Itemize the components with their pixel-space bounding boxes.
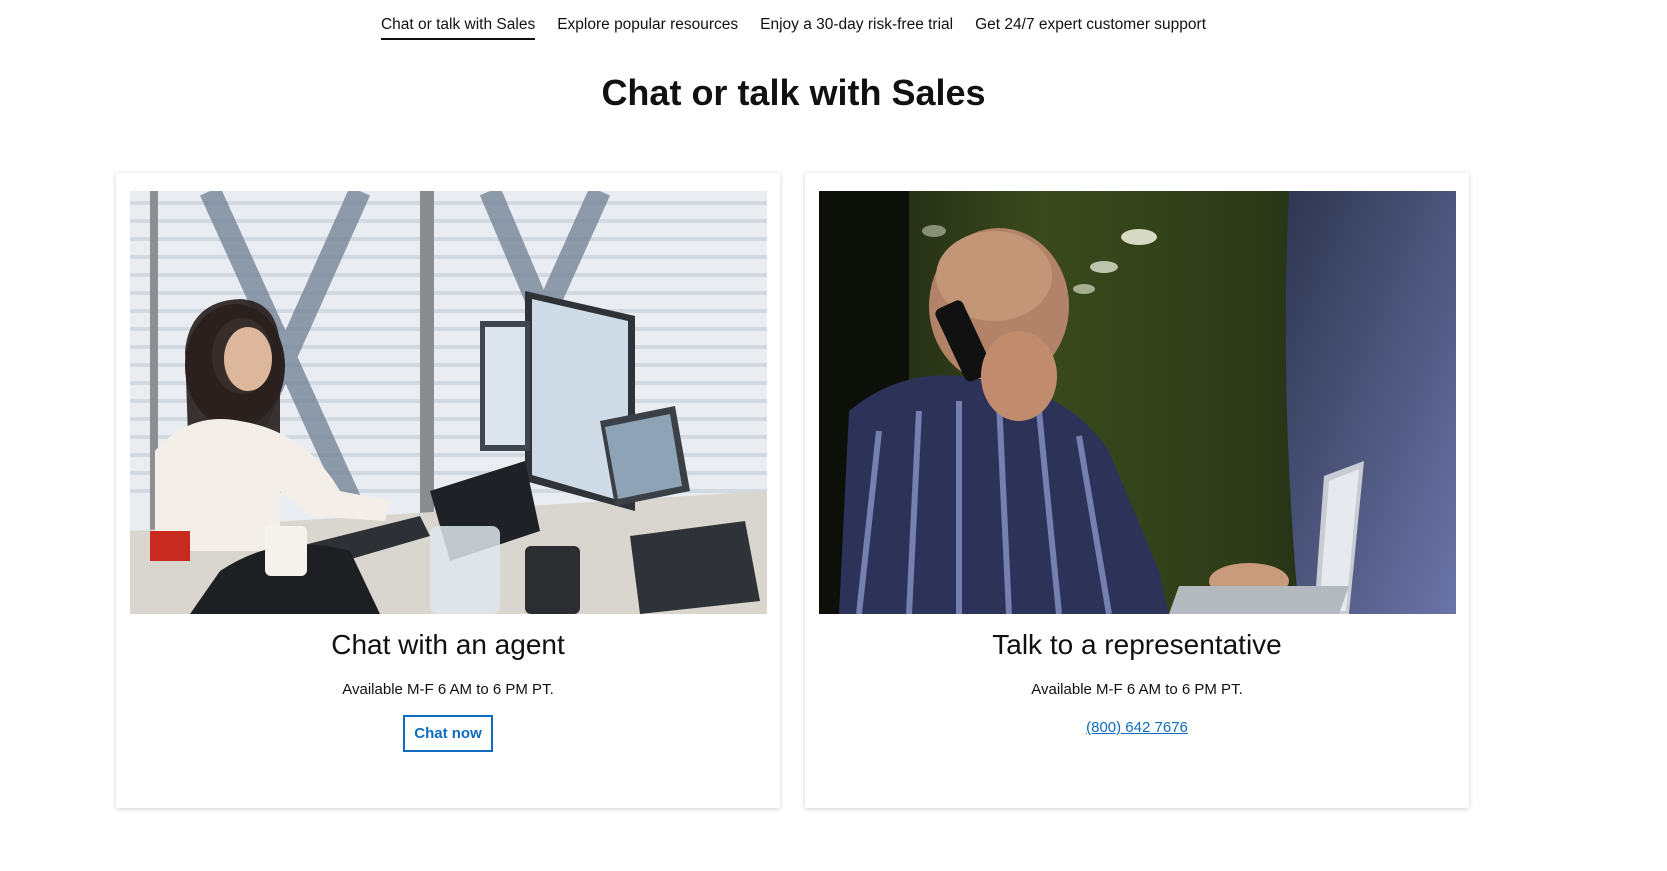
chat-agent-title: Chat with an agent bbox=[331, 629, 565, 660]
man-on-phone-photo bbox=[819, 191, 1456, 614]
tab-customer-support[interactable]: Get 24/7 expert customer support bbox=[975, 16, 1206, 40]
chat-availability-text: Available M-F 6 AM to 6 PM PT. bbox=[342, 681, 554, 698]
chat-agent-card: Chat with an agent Available M-F 6 AM to… bbox=[116, 173, 780, 808]
tab-chat-or-talk-with-sales[interactable]: Chat or talk with Sales bbox=[380, 16, 536, 40]
section-tabs: Chat or talk with Sales Explore popular … bbox=[0, 16, 1587, 40]
tab-explore-popular-resources[interactable]: Explore popular resources bbox=[557, 16, 738, 40]
talk-representative-card: Talk to a representative Available M-F 6… bbox=[805, 173, 1469, 808]
talk-availability-text: Available M-F 6 AM to 6 PM PT. bbox=[1031, 681, 1243, 698]
tab-risk-free-trial[interactable]: Enjoy a 30-day risk-free trial bbox=[760, 16, 953, 40]
phone-number-link[interactable]: (800) 642 7676 bbox=[805, 719, 1469, 736]
section-title: Chat or talk with Sales bbox=[601, 72, 986, 113]
woman-at-computer-photo bbox=[130, 191, 767, 614]
page: Chat or talk with Sales Explore popular … bbox=[0, 0, 1667, 871]
talk-representative-title: Talk to a representative bbox=[992, 629, 1282, 660]
chat-now-button[interactable]: Chat now bbox=[403, 715, 493, 752]
